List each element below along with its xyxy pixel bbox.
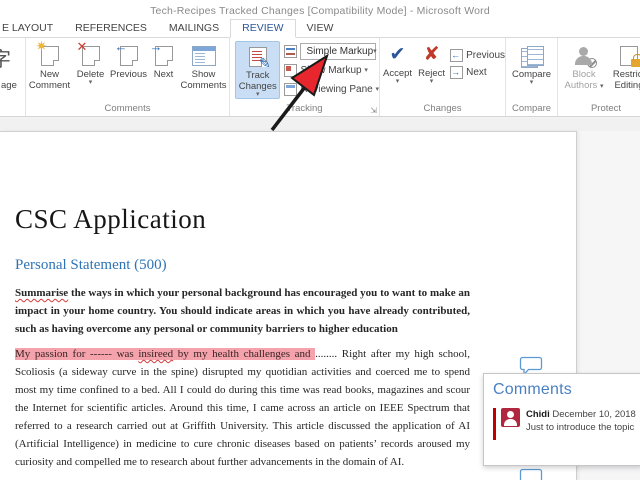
tab-mailings[interactable]: MAILINGS [158, 20, 230, 37]
avatar [501, 408, 520, 427]
previous-comment-button[interactable]: ← Previous [109, 40, 149, 80]
dropdown-arrow-icon: ▾ [88, 79, 93, 86]
next-change-button[interactable]: → Next [450, 64, 505, 81]
dropdown-arrow-icon: ▾ [429, 78, 434, 85]
dropdown-arrow-icon: ▾ [599, 83, 604, 90]
dropdown-arrow-icon: ▾ [375, 85, 379, 93]
title-bar: Tech-Recipes Tracked Changes [Compatibil… [0, 0, 640, 21]
changes-group-label: Changes [423, 103, 462, 114]
restrict-editing-icon [620, 46, 640, 67]
tracking-group-label: Tracking [286, 103, 323, 114]
compare-icon [520, 46, 544, 68]
new-comment-icon: ✷ [36, 39, 59, 66]
tracking-group: ✎ Track Changes ▾ Simple Markup ▾ Show M… [230, 38, 380, 116]
comments-card: Comments Chidi December 10, 2018 Just to… [483, 373, 640, 466]
new-comment-button[interactable]: ✷ New Comment [27, 39, 73, 91]
next-comment-icon: → [150, 40, 173, 66]
window-title: Tech-Recipes Tracked Changes [Compatibil… [150, 4, 490, 17]
comment-author: Chidi [526, 409, 550, 420]
comments-group: ✷ New Comment ✕ Delete ▾ ← Previous → Ne… [26, 38, 230, 116]
review-ribbon: 字 age ✷ New Comment ✕ Delete ▾ ← Previou… [0, 38, 640, 117]
document-subheading: Personal Statement (500) [15, 257, 167, 273]
document-heading: CSC Application [15, 204, 207, 234]
comments-group-label: Comments [104, 103, 151, 114]
dropdown-arrow-icon: ▾ [529, 79, 534, 86]
comment-entry[interactable]: Chidi December 10, 2018 Just to introduc… [493, 408, 636, 440]
next-comment-button[interactable]: → Next [149, 40, 179, 80]
dropdown-arrow-icon: ▾ [395, 78, 400, 85]
tab-page-layout[interactable]: E LAYOUT [0, 20, 64, 37]
delete-comment-icon: ✕ [77, 40, 100, 66]
tab-review[interactable]: REVIEW [230, 19, 296, 38]
language-group-partial[interactable]: 字 age [0, 38, 26, 116]
restrict-editing-button[interactable]: RestrictEditing [607, 41, 640, 91]
dropdown-arrow-icon: ▾ [255, 91, 260, 98]
tracking-dialog-launcher-icon[interactable]: ⇲ [370, 107, 377, 115]
protect-group-label: Protect [590, 103, 622, 114]
misspelled-word: insireed [138, 348, 174, 360]
tab-view[interactable]: VIEW [296, 20, 345, 37]
accept-button[interactable]: ✔ Accept ▾ [380, 41, 415, 86]
tracked-change-highlight: My passion for ------ was insireed by my… [15, 348, 316, 360]
protect-group: Block Authors ▾ RestrictEditing Protect [558, 38, 640, 116]
compare-group: Compare ▾ Compare [506, 38, 558, 116]
misspelled-word: Summarise [15, 287, 69, 299]
comment-text: Just to introduce the topic [526, 422, 635, 433]
block-authors-button[interactable]: Block Authors ▾ [561, 41, 607, 91]
show-comments-button[interactable]: Show Comments [179, 41, 229, 91]
comment-balloon-icon[interactable] [519, 468, 543, 480]
delete-comment-button[interactable]: ✕ Delete ▾ [73, 40, 109, 86]
dropdown-arrow-icon: ▾ [373, 47, 377, 55]
language-label-partial: age [1, 80, 17, 91]
block-authors-icon [574, 46, 597, 68]
reviewing-pane-button[interactable]: Reviewing Pane ▾ [284, 80, 379, 99]
markup-mode-icon [284, 45, 298, 58]
next-change-icon: → [450, 66, 464, 79]
reviewing-pane-icon [284, 83, 298, 96]
show-markup-button[interactable]: Show Markup ▾ [284, 61, 379, 80]
compare-button[interactable]: Compare ▾ [508, 41, 556, 86]
show-markup-icon [284, 64, 298, 77]
statement-paragraph[interactable]: My passion for ------ was insireed by my… [15, 345, 470, 471]
previous-comment-icon: ← [115, 40, 138, 66]
prompt-paragraph[interactable]: Summarise the ways in which your persona… [15, 284, 470, 338]
ribbon-tab-bar: E LAYOUT REFERENCES MAILINGS REVIEW VIEW [0, 19, 640, 38]
previous-change-button[interactable]: ← Previous [450, 47, 505, 64]
changes-group: ✔ Accept ▾ ✘ Reject ▾ ← Previous → Next [380, 38, 506, 116]
reject-icon: ✘ [423, 44, 440, 65]
language-icon: 字 [0, 43, 11, 72]
comments-card-title: Comments [493, 381, 572, 398]
reject-button[interactable]: ✘ Reject ▾ [415, 41, 448, 86]
show-comments-icon [191, 46, 216, 66]
accept-icon: ✔ [389, 44, 406, 65]
dropdown-arrow-icon: ▾ [364, 66, 368, 74]
previous-change-icon: ← [450, 49, 464, 62]
track-changes-icon: ✎ [248, 47, 271, 70]
track-changes-button[interactable]: ✎ Track Changes ▾ [235, 41, 281, 99]
tab-references[interactable]: REFERENCES [64, 20, 158, 37]
comment-date: December 10, 2018 [552, 409, 636, 420]
document-content[interactable]: CSC Application Personal Statement (500)… [15, 132, 470, 471]
comment-change-bar [493, 408, 496, 440]
markup-mode-dropdown[interactable]: Simple Markup ▾ [300, 43, 377, 60]
compare-group-label: Compare [511, 103, 552, 114]
